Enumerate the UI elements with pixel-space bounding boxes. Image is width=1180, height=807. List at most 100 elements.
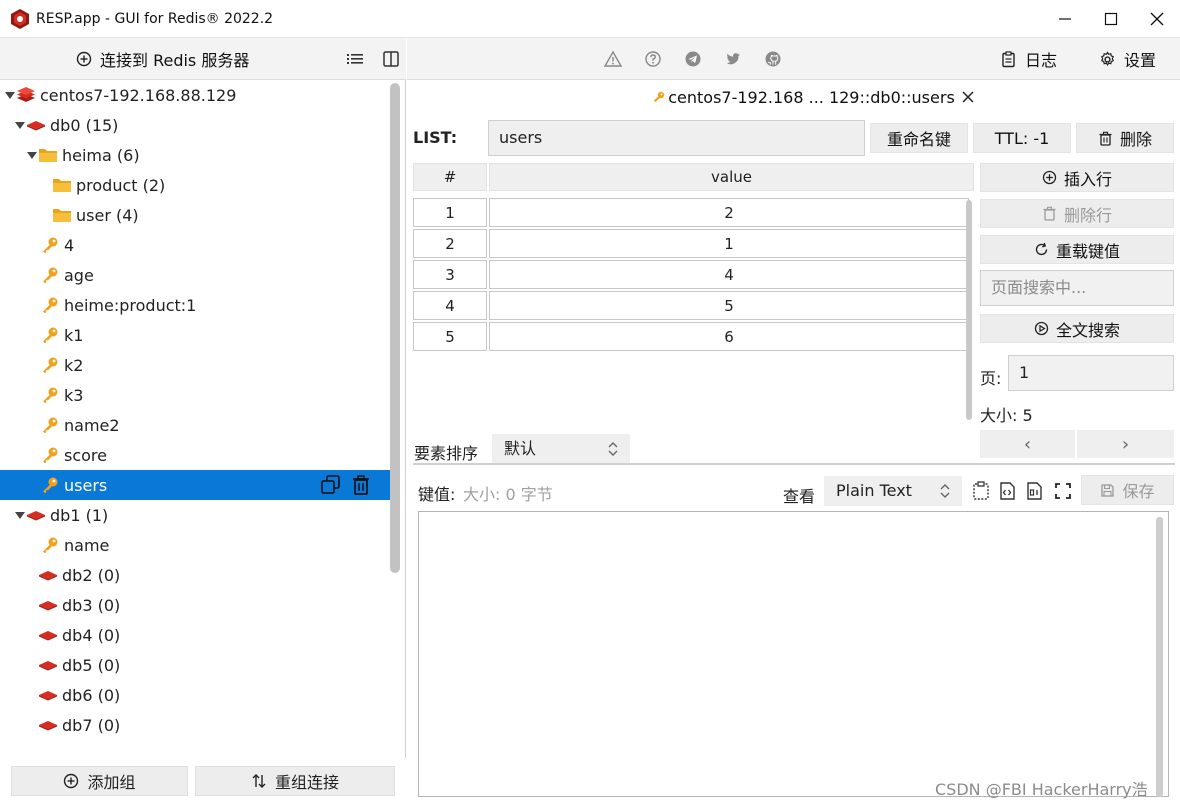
row-value-cell[interactable]: 4 xyxy=(489,260,969,289)
expand-triangle-icon[interactable] xyxy=(26,150,38,160)
regroup-connections-button[interactable]: 重组连接 xyxy=(195,766,395,796)
grid-scrollbar[interactable] xyxy=(966,200,972,420)
tree-item-db[interactable]: db4 (0) xyxy=(0,620,390,650)
row-value-cell[interactable]: 5 xyxy=(489,291,969,320)
next-page-button[interactable]: › xyxy=(1077,430,1174,458)
tree-item-label: product (2) xyxy=(76,175,166,195)
add-group-button[interactable]: 添加组 xyxy=(11,766,188,796)
key-tab[interactable]: centos7-192.168 ... 129::db0::users xyxy=(407,80,1180,114)
tree-scrollbar[interactable] xyxy=(390,83,400,573)
tree-item-key[interactable]: name xyxy=(0,530,390,560)
no-triangle xyxy=(26,630,38,640)
close-tab-icon[interactable] xyxy=(961,90,975,104)
github-icon[interactable] xyxy=(764,50,782,68)
tree-item-key[interactable]: k3 xyxy=(0,380,390,410)
row-index-cell[interactable]: 3 xyxy=(413,260,487,289)
tree-item-folder[interactable]: product (2) xyxy=(0,170,390,200)
row-index-cell[interactable]: 5 xyxy=(413,322,487,351)
tree-item-db[interactable]: db5 (0) xyxy=(0,650,390,680)
help-icon[interactable] xyxy=(644,50,662,68)
play-circle-icon xyxy=(1034,321,1049,336)
page-search-input[interactable]: 页面搜索中... xyxy=(980,270,1174,306)
copy-clipboard-icon[interactable] xyxy=(970,480,992,502)
tree-item-db[interactable]: db2 (0) xyxy=(0,560,390,590)
tree-item-label: score xyxy=(64,445,107,465)
rename-key-button[interactable]: 重命名键 xyxy=(870,123,968,153)
split-panel-icon[interactable] xyxy=(382,50,400,68)
prev-page-button[interactable]: ‹ xyxy=(980,430,1075,458)
warning-icon[interactable] xyxy=(604,50,622,68)
column-header-index[interactable]: # xyxy=(413,163,487,191)
tree-item-key[interactable]: name2 xyxy=(0,410,390,440)
ttl-button[interactable]: TTL: -1 xyxy=(973,123,1071,153)
tree-item-folder[interactable]: heima (6) xyxy=(0,140,390,170)
expand-triangle-icon[interactable] xyxy=(14,120,26,130)
row-value-cell[interactable]: 2 xyxy=(489,198,969,227)
connect-redis-button[interactable]: 连接到 Redis 服务器 xyxy=(76,47,249,71)
expand-triangle-icon[interactable] xyxy=(4,90,16,100)
minimize-button[interactable] xyxy=(1042,0,1088,38)
full-text-search-button[interactable]: 全文搜索 xyxy=(980,314,1174,343)
tree-item-server[interactable]: centos7-192.168.88.129 xyxy=(0,80,390,110)
page-label: 页: xyxy=(980,369,1002,388)
tree-item-db[interactable]: db6 (0) xyxy=(0,680,390,710)
log-button[interactable]: 日志 xyxy=(1000,48,1057,70)
minimize-icon xyxy=(1059,18,1071,20)
row-value-cell[interactable]: 1 xyxy=(489,229,969,258)
format-select[interactable]: Plain Text xyxy=(824,476,962,506)
save-value-label: 保存 xyxy=(1122,482,1155,501)
tree-item-db[interactable]: db3 (0) xyxy=(0,590,390,620)
tree-item-key[interactable]: k1 xyxy=(0,320,390,350)
tree-item-db[interactable]: db0 (15) xyxy=(0,110,390,140)
close-button[interactable] xyxy=(1134,0,1180,38)
tree-item-key[interactable]: score xyxy=(0,440,390,470)
editor-scrollbar[interactable] xyxy=(1156,517,1163,797)
code-file-icon[interactable] xyxy=(996,480,1018,502)
tree-item-label: k1 xyxy=(64,325,84,345)
tree-item-db[interactable]: db1 (1) xyxy=(0,500,390,530)
sort-select[interactable]: 默认 xyxy=(492,434,630,464)
list-view-icon[interactable] xyxy=(346,50,364,68)
twitter-icon[interactable] xyxy=(724,50,742,68)
settings-button[interactable]: 设置 xyxy=(1099,48,1156,70)
expand-triangle-icon[interactable] xyxy=(14,510,26,520)
tree-item-db[interactable]: db7 (0) xyxy=(0,710,390,740)
reload-value-button[interactable]: 重载键值 xyxy=(980,235,1174,264)
delete-row-label: 删除行 xyxy=(1063,205,1112,225)
binary-file-icon[interactable] xyxy=(1023,480,1045,502)
insert-row-button[interactable]: 插入行 xyxy=(980,163,1174,192)
database-icon xyxy=(27,121,45,131)
tree-item-folder[interactable]: user (4) xyxy=(0,200,390,230)
telegram-icon[interactable] xyxy=(684,50,702,68)
column-header-value[interactable]: value xyxy=(489,163,974,191)
connection-tree: centos7-192.168.88.129 db0 (15) heima (6) p… xyxy=(0,80,390,758)
database-icon xyxy=(39,661,57,671)
trash-icon xyxy=(1043,206,1056,221)
maximize-button[interactable] xyxy=(1088,0,1134,38)
tree-item-key[interactable]: k2 xyxy=(0,350,390,380)
row-index-cell[interactable]: 2 xyxy=(413,229,487,258)
row-index-cell[interactable]: 4 xyxy=(413,291,487,320)
add-group-label: 添加组 xyxy=(87,773,136,792)
tree-item-label: age xyxy=(64,265,94,285)
plus-circle-icon xyxy=(76,51,92,67)
tree-item-key[interactable]: heime:product:1 xyxy=(0,290,390,320)
save-value-button[interactable]: 保存 xyxy=(1081,475,1174,505)
no-triangle xyxy=(26,660,38,670)
delete-key-button[interactable]: 删除 xyxy=(1076,123,1174,153)
trash-icon[interactable] xyxy=(350,474,372,496)
tree-item-key[interactable]: users xyxy=(0,470,390,500)
copy-key-icon[interactable] xyxy=(320,474,342,496)
no-triangle xyxy=(26,600,38,610)
row-value-cell[interactable]: 6 xyxy=(489,322,969,351)
value-editor[interactable] xyxy=(418,511,1169,797)
tree-item-label: db2 (0) xyxy=(62,565,121,585)
page-number-input[interactable]: 1 xyxy=(1008,355,1174,391)
fullscreen-icon[interactable] xyxy=(1052,480,1074,502)
row-index-cell[interactable]: 1 xyxy=(413,198,487,227)
tree-item-label: db1 (1) xyxy=(50,505,109,525)
tree-item-key[interactable]: age xyxy=(0,260,390,290)
key-name-field[interactable]: users xyxy=(488,120,865,156)
tree-item-key[interactable]: 4 xyxy=(0,230,390,260)
delete-row-button[interactable]: 删除行 xyxy=(980,199,1174,228)
